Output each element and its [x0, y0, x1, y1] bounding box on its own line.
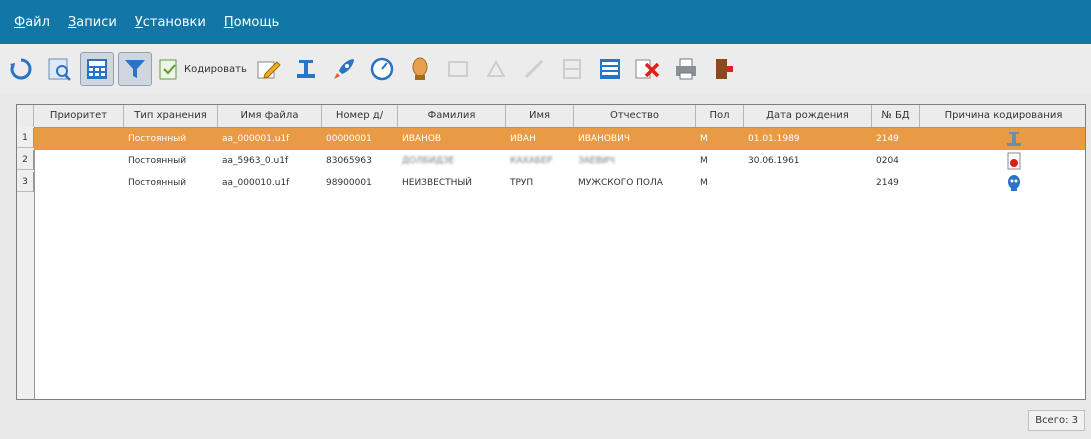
cell-patronymic: ЗАЕВИЧ [578, 156, 615, 166]
cell-name: ТРУП [510, 178, 534, 188]
cell-number: 83065963 [326, 156, 372, 166]
table-row[interactable]: Постоянный aa_000010.u1f 98900001 НЕИЗВЕ… [34, 172, 1085, 194]
cell-priority [34, 150, 124, 172]
col-priority[interactable]: Приоритет [34, 105, 124, 127]
menu-help[interactable]: Помощь [224, 15, 279, 30]
menu-settings[interactable]: Установки [135, 15, 206, 30]
disabled-icon-2[interactable] [479, 52, 513, 86]
cell-birth [744, 172, 872, 194]
cell-sex: М [700, 178, 708, 188]
row-number[interactable]: 3 [17, 172, 34, 192]
cell-name: ИВАН [510, 134, 536, 144]
row-number[interactable]: 2 [17, 150, 34, 170]
col-file-name[interactable]: Имя файла [218, 105, 322, 127]
cell-storage: Постоянный [128, 178, 187, 188]
cell-number: 98900001 [326, 178, 372, 188]
encode-button-label: Кодировать [184, 63, 247, 75]
warrant-icon [1007, 152, 1021, 170]
cell-birth: 30.06.1961 [748, 156, 800, 166]
row-number[interactable]: 1 [17, 128, 34, 148]
menu-bar: Файл Записи Установки Помощь [0, 0, 1091, 44]
delete-icon[interactable] [631, 52, 665, 86]
exit-icon[interactable] [707, 52, 741, 86]
col-sex[interactable]: Пол [696, 105, 744, 127]
col-name[interactable]: Имя [506, 105, 574, 127]
cell-db: 2149 [876, 134, 899, 144]
col-number[interactable]: Номер д/ [322, 105, 398, 127]
list-icon[interactable] [593, 52, 627, 86]
cell-storage: Постоянный [128, 156, 187, 166]
cell-storage: Постоянный [128, 134, 187, 144]
cell-surname: ДОЛБИДЗЕ [402, 156, 455, 166]
encode-icon [159, 59, 177, 80]
refresh-icon[interactable] [4, 52, 38, 86]
person-icon[interactable] [403, 52, 437, 86]
cell-number: 00000001 [326, 134, 372, 144]
records-table: Приоритет Тип хранения Имя файла Номер д… [16, 104, 1086, 400]
cell-sex: М [700, 134, 708, 144]
cell-patronymic: ИВАНОВИЧ [578, 134, 630, 144]
menu-file[interactable]: Файл [14, 15, 50, 30]
encode-button[interactable]: Кодировать [158, 52, 247, 86]
search-icon[interactable] [42, 52, 76, 86]
table-icon[interactable] [555, 52, 589, 86]
cell-patronymic: МУЖСКОГО ПОЛА [578, 178, 663, 188]
cell-name: КАХАБЕР [510, 156, 553, 166]
table-row[interactable]: Постоянный aa_000001.u1f 00000001 ИВАНОВ… [34, 128, 1085, 150]
menu-records[interactable]: Записи [68, 15, 117, 30]
cell-db: 2149 [876, 178, 899, 188]
cell-surname: НЕИЗВЕСТНЫЙ [402, 178, 473, 188]
compass-icon[interactable] [365, 52, 399, 86]
col-birth-date[interactable]: Дата рождения [744, 105, 872, 127]
print-icon[interactable] [669, 52, 703, 86]
skull-icon [1008, 175, 1020, 191]
table-row[interactable]: Постоянный aa_5963_0.u1f 83065963 ДОЛБИД… [34, 150, 1085, 172]
scale-icon[interactable] [289, 52, 323, 86]
scale-icon [1007, 132, 1021, 146]
filter-icon[interactable] [118, 52, 152, 86]
rocket-icon[interactable] [327, 52, 361, 86]
toolbar: Кодировать [0, 44, 1091, 94]
col-patronymic[interactable]: Отчество [574, 105, 696, 127]
cell-file: aa_000010.u1f [222, 178, 290, 188]
cell-priority [34, 172, 124, 194]
col-storage-type[interactable]: Тип хранения [124, 105, 218, 127]
disabled-icon-3[interactable] [517, 52, 551, 86]
disabled-icon-1[interactable] [441, 52, 475, 86]
cell-surname: ИВАНОВ [402, 134, 442, 144]
calculator-icon[interactable] [80, 52, 114, 86]
col-surname[interactable]: Фамилия [398, 105, 506, 127]
table-header: Приоритет Тип хранения Имя файла Номер д… [17, 105, 1085, 128]
col-db-number[interactable]: № БД [872, 105, 920, 127]
records-total: Всего: 3 [1028, 410, 1085, 431]
corner-cell [17, 105, 34, 127]
cell-file: aa_5963_0.u1f [222, 156, 289, 166]
cell-birth: 01.01.1989 [748, 134, 800, 144]
col-encoding-reason[interactable]: Причина кодирования [920, 105, 1085, 127]
edit-icon[interactable] [251, 52, 285, 86]
cell-priority [34, 128, 124, 150]
cell-db: 0204 [876, 156, 899, 166]
cell-sex: М [700, 156, 708, 166]
cell-file: aa_000001.u1f [222, 134, 290, 144]
